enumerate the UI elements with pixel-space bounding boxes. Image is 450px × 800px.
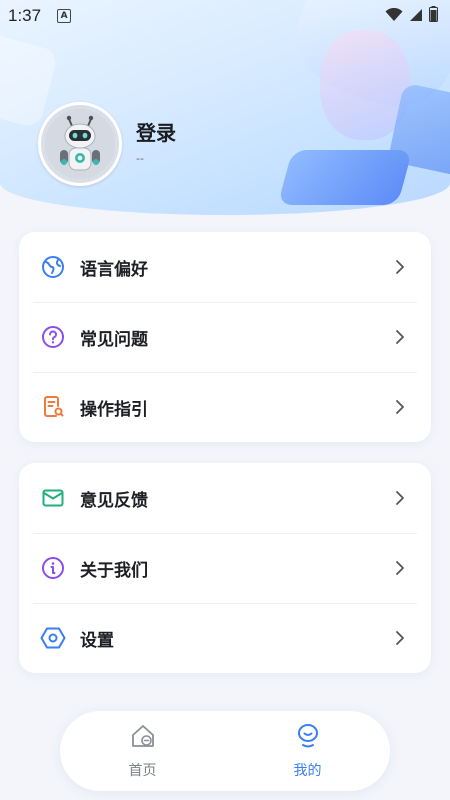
- nav-home[interactable]: 首页: [60, 711, 225, 791]
- nav-mine-label: 我的: [293, 763, 322, 779]
- menu-item-label: 设置: [80, 630, 114, 651]
- menu-item-label: 意见反馈: [80, 490, 148, 511]
- menu-card-2: 意见反馈 关于我们 设置: [19, 463, 431, 673]
- nav-mine[interactable]: 我的: [225, 711, 390, 791]
- notification-badge: A: [57, 9, 72, 23]
- chevron-right-icon: [395, 328, 409, 346]
- menu-item-label: 语言偏好: [80, 259, 148, 280]
- profile-text[interactable]: 登录 --: [136, 117, 176, 165]
- menu-item-label: 常见问题: [80, 329, 148, 350]
- robot-avatar-icon: [45, 109, 115, 179]
- menu-item-label: 操作指引: [80, 399, 148, 420]
- profile-subtitle: --: [136, 152, 144, 165]
- menu-item-about[interactable]: 关于我们: [19, 533, 431, 603]
- chevron-right-icon: [395, 489, 409, 507]
- battery-icon: [429, 6, 438, 26]
- menu-item-guide[interactable]: 操作指引: [19, 372, 431, 442]
- wifi-icon: [385, 7, 403, 26]
- question-icon: [40, 324, 66, 350]
- login-label[interactable]: 登录: [136, 117, 176, 146]
- menu-card-1: 语言偏好 常见问题 操作指引: [19, 232, 431, 442]
- chevron-right-icon: [395, 559, 409, 577]
- profile-face-icon: [294, 722, 322, 754]
- signal-icon: [409, 7, 423, 26]
- menu-item-label: 关于我们: [80, 560, 148, 581]
- nav-home-label: 首页: [128, 763, 157, 779]
- chevron-right-icon: [395, 258, 409, 276]
- status-icons: [385, 6, 438, 26]
- settings-hexagon-icon: [40, 625, 66, 651]
- home-icon: [129, 722, 157, 754]
- mail-icon: [40, 485, 66, 511]
- bottom-nav: 首页 我的: [60, 711, 390, 791]
- info-icon: [40, 555, 66, 581]
- profile-section[interactable]: 登录 --: [38, 102, 176, 186]
- chevron-right-icon: [395, 398, 409, 416]
- avatar[interactable]: [38, 102, 122, 186]
- menu-item-faq[interactable]: 常见问题: [19, 302, 431, 372]
- menu-item-language[interactable]: 语言偏好: [19, 232, 431, 302]
- status-bar: 1:37 A: [0, 0, 450, 32]
- status-time: 1:37: [8, 6, 42, 25]
- guide-document-icon: [40, 394, 66, 420]
- menu-item-feedback[interactable]: 意见反馈: [19, 463, 431, 533]
- menu-item-settings[interactable]: 设置: [19, 603, 431, 673]
- globe-icon: [40, 254, 66, 280]
- chevron-right-icon: [395, 629, 409, 647]
